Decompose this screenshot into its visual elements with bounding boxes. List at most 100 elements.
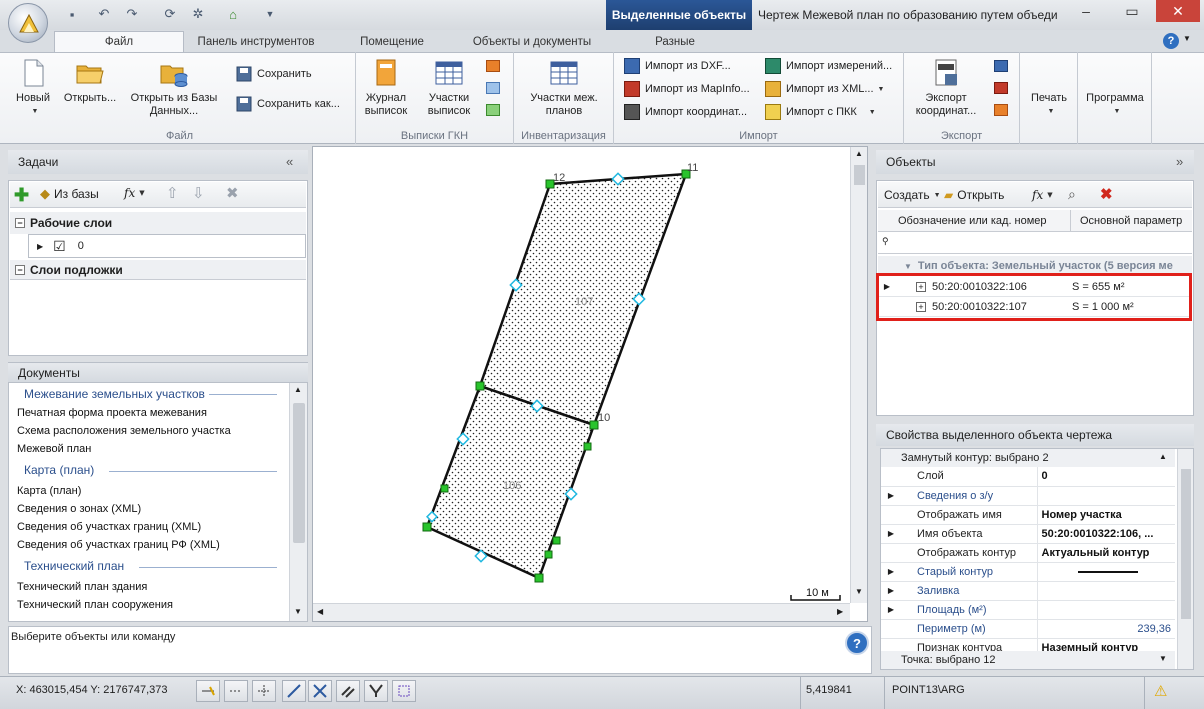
property-section-point[interactable]: Точка: выбрано 12 ▼ [881, 651, 1175, 669]
property-section-contour[interactable]: Замнутый контур: выбрано 2 ▲ [881, 449, 1175, 467]
property-row[interactable]: ▶ Заливка [881, 581, 1175, 601]
doc-item[interactable]: Карта (план) [17, 485, 81, 497]
property-value[interactable] [1037, 581, 1175, 601]
settings-icon[interactable]: ✲ [190, 6, 206, 22]
refresh-icon[interactable]: ⟳ [162, 6, 178, 22]
open-from-db-button[interactable]: Открыть из Базы Данных... [126, 58, 222, 118]
collapse-right-icon[interactable]: » [1176, 154, 1183, 169]
save-icon[interactable]: ▪ [64, 6, 80, 22]
import-coords-button[interactable]: Импорт координат... [624, 104, 747, 120]
scroll-thumb[interactable] [1181, 469, 1191, 619]
open-button[interactable]: Открыть... [58, 58, 122, 105]
import-xml-button[interactable]: Импорт из XML... ▼ [765, 81, 884, 97]
vertex-marker[interactable] [544, 550, 553, 559]
column-designation[interactable]: Обозначение или кад. номер [898, 215, 1047, 227]
close-button[interactable]: ✕ [1156, 0, 1200, 22]
export-dxf-icon[interactable] [994, 60, 1008, 72]
expand-arrow-icon[interactable]: ▶ [881, 581, 901, 601]
gkn-plots-button[interactable]: Участки выписок [420, 58, 478, 118]
doc-item[interactable]: Схема расположения земельного участка [17, 425, 231, 437]
program-button[interactable]: Программа ▼ [1082, 92, 1148, 118]
documents-scrollbar[interactable]: ▲ ▼ [289, 383, 307, 621]
property-value[interactable]: Номер участка [1037, 505, 1175, 525]
canvas-hscrollbar[interactable]: ◀ ▶ [313, 603, 850, 621]
vertex-marker[interactable] [583, 442, 592, 451]
base-layers-header[interactable]: − Слои подложки [10, 260, 306, 280]
zoom-icon[interactable]: ⌕ [1068, 186, 1076, 203]
help-icon[interactable]: ? [1163, 33, 1179, 49]
doc-item[interactable]: Сведения о зонах (XML) [17, 503, 141, 515]
expand-arrow-icon[interactable]: ▶ [881, 562, 901, 582]
import-dxf-button[interactable]: Импорт из DXF... [624, 58, 731, 74]
tab-toolbar[interactable]: Панель инструментов [190, 31, 322, 52]
property-row[interactable]: Отображать контур Актуальный контур [881, 543, 1175, 563]
new-button[interactable]: Новый ▼ [10, 58, 56, 118]
print-button[interactable]: Печать ▼ [1024, 92, 1074, 118]
properties-scrollbar[interactable] [1177, 449, 1193, 669]
doc-item[interactable]: Межевой план [17, 443, 91, 455]
property-value[interactable] [1037, 562, 1175, 582]
property-row[interactable]: ▶ Старый контур [881, 562, 1175, 582]
from-db-button[interactable]: ◆ Из базы [40, 186, 99, 202]
doc-item[interactable]: Сведения об участках границ (XML) [17, 521, 201, 533]
fx-button[interactable]: fx ▼ [124, 186, 145, 200]
help-dropdown-icon[interactable]: ▼ [1183, 34, 1191, 43]
add-icon[interactable]: ✚ [14, 185, 29, 206]
column-main-param[interactable]: Основной параметр [1080, 215, 1182, 227]
survey-plans-button[interactable]: Участки меж. планов [524, 58, 604, 118]
scroll-left-icon[interactable]: ◀ [317, 607, 323, 616]
scroll-up-icon[interactable]: ▲ [855, 149, 863, 158]
tab-premises[interactable]: Помещение [350, 31, 434, 52]
filter-row[interactable]: ⚲ [878, 232, 1192, 254]
maximize-button[interactable]: ▭ [1110, 0, 1154, 22]
canvas-vscrollbar[interactable]: ▲ ▼ [850, 147, 867, 603]
tab-file[interactable]: Файл [54, 31, 184, 52]
property-value[interactable] [1037, 600, 1175, 620]
layer-row[interactable]: ▶ ☑ 0 [28, 234, 306, 258]
working-layers-header[interactable]: − Рабочие слои [10, 212, 306, 234]
open-object-button[interactable]: ▰ Открыть [944, 188, 1004, 202]
quick-access-dropdown-icon[interactable]: ▼ [262, 6, 278, 22]
move-down-icon[interactable]: ⇩ [192, 184, 205, 202]
application-menu-button[interactable] [8, 3, 48, 43]
snap-nearest-icon[interactable] [282, 680, 306, 702]
save-button[interactable]: Сохранить [236, 66, 312, 82]
delete-icon[interactable]: ✖ [226, 184, 239, 202]
export-coords-button[interactable]: Экспорт координат... [908, 58, 984, 118]
scroll-down-icon[interactable]: ▼ [294, 607, 302, 616]
property-row[interactable]: ▶ Сведения о з/у [881, 486, 1175, 506]
scroll-thumb[interactable] [293, 403, 305, 543]
property-row[interactable]: Периметр (м) 239,36 [881, 619, 1175, 639]
expand-arrow-icon[interactable]: ▶ [881, 486, 901, 506]
vertex-marker[interactable] [589, 420, 599, 430]
doc-item[interactable]: Сведения об участках границ РФ (XML) [17, 539, 220, 551]
context-tab-selected-objects[interactable]: Выделенные объекты [606, 0, 752, 30]
property-value[interactable]: Актуальный контур [1037, 543, 1175, 563]
property-row[interactable]: ▶ Имя объекта 50:20:0010322:106, ... [881, 524, 1175, 544]
property-value[interactable]: 0 [1037, 467, 1175, 487]
import-measurements-button[interactable]: Импорт измерений... [765, 58, 892, 74]
blue-table-icon[interactable] [486, 82, 500, 94]
objects-fx-button[interactable]: fx ▼ [1032, 188, 1053, 202]
property-row[interactable]: Отображать имя Номер участка [881, 505, 1175, 525]
property-row[interactable]: ▶ Площадь (м²) [881, 600, 1175, 620]
snap-midpoint-icon[interactable] [224, 680, 248, 702]
snap-perpendicular-icon[interactable] [364, 680, 388, 702]
vertex-marker[interactable] [534, 573, 544, 583]
create-button[interactable]: Создать ▼ [884, 188, 941, 202]
import-mapinfo-button[interactable]: Импорт из MapInfo... [624, 81, 750, 97]
scroll-down-icon[interactable]: ▼ [855, 587, 863, 596]
property-value[interactable] [1037, 486, 1175, 506]
snap-center-icon[interactable] [252, 680, 276, 702]
tab-misc[interactable]: Разные [640, 31, 710, 52]
vertex-marker[interactable] [552, 536, 561, 545]
move-up-icon[interactable]: ⇧ [166, 184, 179, 202]
vertex-marker[interactable] [422, 522, 432, 532]
import-pkk-button[interactable]: Импорт с ПКК ▼ [765, 104, 876, 120]
command-area[interactable]: Выберите объекты или команду ? [8, 626, 872, 674]
export-mif-icon[interactable] [994, 82, 1008, 94]
home-icon[interactable]: ⌂ [225, 6, 241, 22]
doc-item[interactable]: Технический план сооружения [17, 599, 173, 611]
orange-table-icon[interactable] [486, 60, 500, 72]
property-row[interactable]: Слой 0 [881, 467, 1175, 487]
